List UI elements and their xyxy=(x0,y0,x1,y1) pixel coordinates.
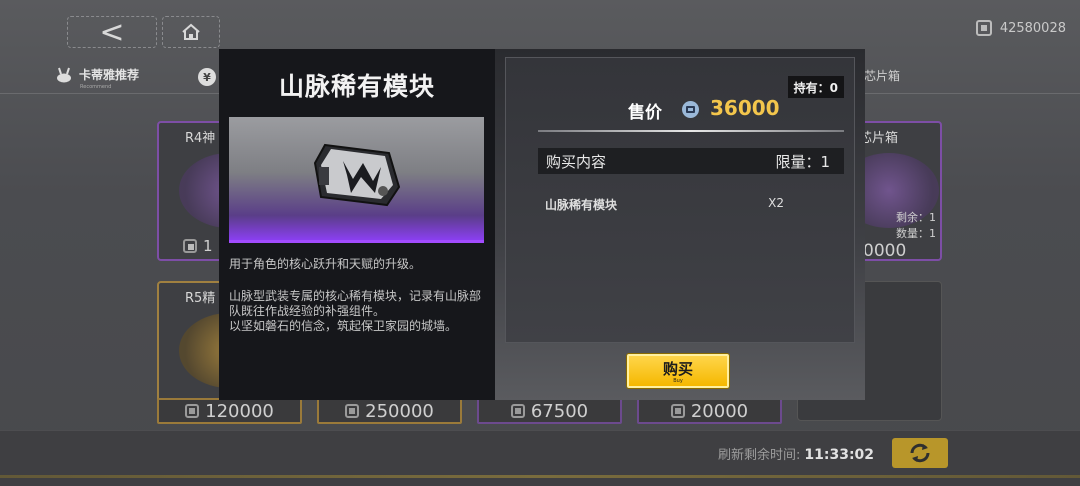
shop-card-name: R5精 xyxy=(185,291,216,306)
refresh-button[interactable] xyxy=(892,438,948,468)
item-info-panel: 山脉稀有模块 用于角色的核心跃升和天赋的升级。 山脉型武装专属的核心稀有模块，记… xyxy=(219,49,495,400)
shop-price-value: 20000 xyxy=(690,400,749,422)
home-icon xyxy=(182,23,200,40)
currency-chip-icon xyxy=(183,239,197,253)
shop-card-price: 0000 xyxy=(863,241,907,261)
currency-coin-icon xyxy=(682,101,699,118)
purchase-detail-box: 持有：0 售价 36000 购买内容 限量：1 山脉稀有模块 X2 xyxy=(505,57,855,343)
price-label: 售价 xyxy=(628,103,662,123)
quantity-count: 数量：1 xyxy=(896,227,936,240)
content-item-name: 山脉稀有模块 xyxy=(545,198,618,212)
tab-chip-box[interactable]: 芯片箱 xyxy=(864,67,900,84)
divider xyxy=(538,130,844,132)
purchase-content-header: 购买内容 限量：1 xyxy=(538,148,844,174)
module-icon xyxy=(313,143,401,207)
buy-button-label: 购买 xyxy=(662,360,693,378)
shop-card-price-value: 1 xyxy=(203,237,213,255)
buy-button[interactable]: 购买 Buy xyxy=(627,354,729,388)
home-button[interactable] xyxy=(162,16,220,48)
shop-price: 20000 xyxy=(637,398,782,424)
currency-display: 42580028 xyxy=(975,20,1066,36)
shop-card-name: R4神 xyxy=(185,131,216,146)
currency-chip-icon xyxy=(345,404,360,418)
currency-chip-icon xyxy=(975,20,992,36)
item-title: 山脉稀有模块 xyxy=(278,72,435,101)
item-description-long: 山脉型武装专属的核心稀有模块，记录有山脉部队既往作战经验的补强组件。 以坚如磐石… xyxy=(229,289,489,334)
item-description-3: 以坚如磐石的信念，筑起保卫家园的城墙。 xyxy=(229,319,458,333)
back-button[interactable]: < xyxy=(67,14,157,50)
back-arrow-icon: < xyxy=(99,14,125,50)
currency-chip-icon xyxy=(185,404,200,418)
item-description-2: 山脉型武装专属的核心稀有模块，记录有山脉部队既往作战经验的补强组件。 xyxy=(229,289,482,318)
shop-price-value: 250000 xyxy=(365,400,434,422)
currency-chip-icon xyxy=(510,404,525,418)
item-description: 用于角色的核心跃升和天赋的升级。 xyxy=(229,257,422,271)
shop-price: 67500 xyxy=(477,398,622,424)
shop-price: 250000 xyxy=(317,398,462,424)
refresh-icon xyxy=(910,443,930,463)
price-value: 36000 xyxy=(710,96,780,120)
purchase-content-row: 山脉稀有模块 X2 xyxy=(538,196,844,213)
purchase-limit: 限量：1 xyxy=(775,152,830,171)
currency-chip-icon xyxy=(670,404,685,418)
shop-price-value: 120000 xyxy=(205,400,274,422)
refresh-label: 刷新剩余时间: xyxy=(718,448,801,463)
refresh-time: 11:33:02 xyxy=(804,447,875,463)
shop-price: 120000 xyxy=(157,398,302,424)
buy-button-sub: Buy xyxy=(673,378,683,384)
content-item-quantity: X2 xyxy=(768,196,784,210)
holding-count: 持有：0 xyxy=(787,76,844,98)
shop-price-value: 67500 xyxy=(530,400,589,422)
tab-recommended-sub: Recommend xyxy=(80,84,112,90)
item-image xyxy=(229,117,484,243)
refresh-timer: 刷新剩余时间: 11:33:02 xyxy=(718,444,874,463)
purchase-panel: 持有：0 售价 36000 购买内容 限量：1 山脉稀有模块 X2 xyxy=(495,49,865,400)
currency-amount: 42580028 xyxy=(999,20,1066,36)
rabbit-icon xyxy=(57,67,71,82)
tab-recommended[interactable]: 卡蒂雅推荐 xyxy=(55,66,139,83)
remaining-count: 剩余：1 xyxy=(896,211,936,224)
purchase-content-label: 购买内容 xyxy=(546,152,607,171)
purchase-dialog: 山脉稀有模块 用于角色的核心跃升和天赋的升级。 山脉型武装专属的核心稀有模块，记… xyxy=(219,49,865,400)
shop-card-price: 1 xyxy=(183,237,213,255)
yen-icon[interactable]: ¥ xyxy=(198,68,216,86)
tab-recommended-label: 卡蒂雅推荐 xyxy=(79,68,140,82)
